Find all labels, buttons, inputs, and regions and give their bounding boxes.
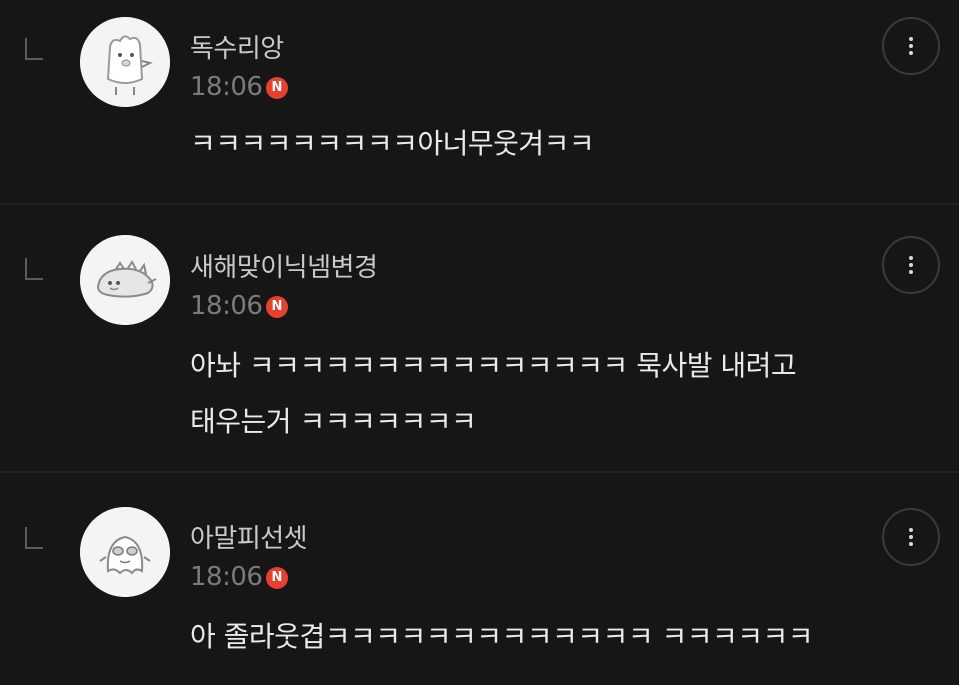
nickname[interactable]: 새해맞이닉넴변경 xyxy=(190,247,378,284)
more-vertical-icon xyxy=(909,528,913,546)
comment-item: 아말피선셋 18:06 N 아 졸라웃겹ㅋㅋㅋㅋㅋㅋㅋㅋㅋㅋㅋㅋㅋ ㅋㅋㅋㅋㅋㅋ xyxy=(0,477,959,685)
avatar[interactable] xyxy=(80,235,170,325)
dinosaur-character-icon xyxy=(80,235,170,325)
nickname[interactable]: 아말피선셋 xyxy=(190,518,308,555)
avatar[interactable] xyxy=(80,507,170,597)
chick-character-icon xyxy=(80,17,170,107)
timestamp: 18:06 xyxy=(190,291,263,321)
more-options-button[interactable] xyxy=(882,17,940,75)
comment-text: ㅋㅋㅋㅋㅋㅋㅋㅋㅋ아너무웃겨ㅋㅋ xyxy=(190,116,890,172)
new-badge: N xyxy=(266,77,288,99)
comment-feed: 독수리앙 18:06 N ㅋㅋㅋㅋㅋㅋㅋㅋㅋ아너무웃겨ㅋㅋ 새해맞이닉넴변경 1… xyxy=(0,0,959,685)
more-options-button[interactable] xyxy=(882,236,940,294)
timestamp: 18:06 xyxy=(190,562,263,592)
more-options-button[interactable] xyxy=(882,508,940,566)
new-badge: N xyxy=(266,567,288,589)
more-vertical-icon xyxy=(909,256,913,274)
reply-arrow-icon xyxy=(25,258,43,280)
avatar[interactable] xyxy=(80,17,170,107)
divider xyxy=(0,203,959,205)
divider xyxy=(0,471,959,473)
new-badge: N xyxy=(266,296,288,318)
ghost-character-icon xyxy=(80,507,170,597)
comment-line: 태우는거 ㅋㅋㅋㅋㅋㅋㅋ xyxy=(190,405,477,438)
comment-text: 아놔 ㅋㅋㅋㅋㅋㅋㅋㅋㅋㅋㅋㅋㅋㅋㅋ 묵사발 내려고 태우는거 ㅋㅋㅋㅋㅋㅋㅋ xyxy=(190,338,890,450)
comment-item: 새해맞이닉넴변경 18:06 N 아놔 ㅋㅋㅋㅋㅋㅋㅋㅋㅋㅋㅋㅋㅋㅋㅋ 묵사발 … xyxy=(0,210,959,468)
comment-text: 아 졸라웃겹ㅋㅋㅋㅋㅋㅋㅋㅋㅋㅋㅋㅋㅋ ㅋㅋㅋㅋㅋㅋ xyxy=(190,609,890,665)
reply-arrow-icon xyxy=(25,527,43,549)
comment-line: 아놔 ㅋㅋㅋㅋㅋㅋㅋㅋㅋㅋㅋㅋㅋㅋㅋ 묵사발 내려고 xyxy=(190,349,797,382)
comment-line: ㅋㅋㅋㅋㅋㅋㅋㅋㅋ아너무웃겨ㅋㅋ xyxy=(190,127,595,160)
timestamp: 18:06 xyxy=(190,72,263,102)
reply-arrow-icon xyxy=(25,38,43,60)
comment-item: 독수리앙 18:06 N ㅋㅋㅋㅋㅋㅋㅋㅋㅋ아너무웃겨ㅋㅋ xyxy=(0,0,959,198)
more-vertical-icon xyxy=(909,37,913,55)
nickname[interactable]: 독수리앙 xyxy=(190,28,284,65)
comment-line: 아 졸라웃겹ㅋㅋㅋㅋㅋㅋㅋㅋㅋㅋㅋㅋㅋ ㅋㅋㅋㅋㅋㅋ xyxy=(190,620,814,653)
